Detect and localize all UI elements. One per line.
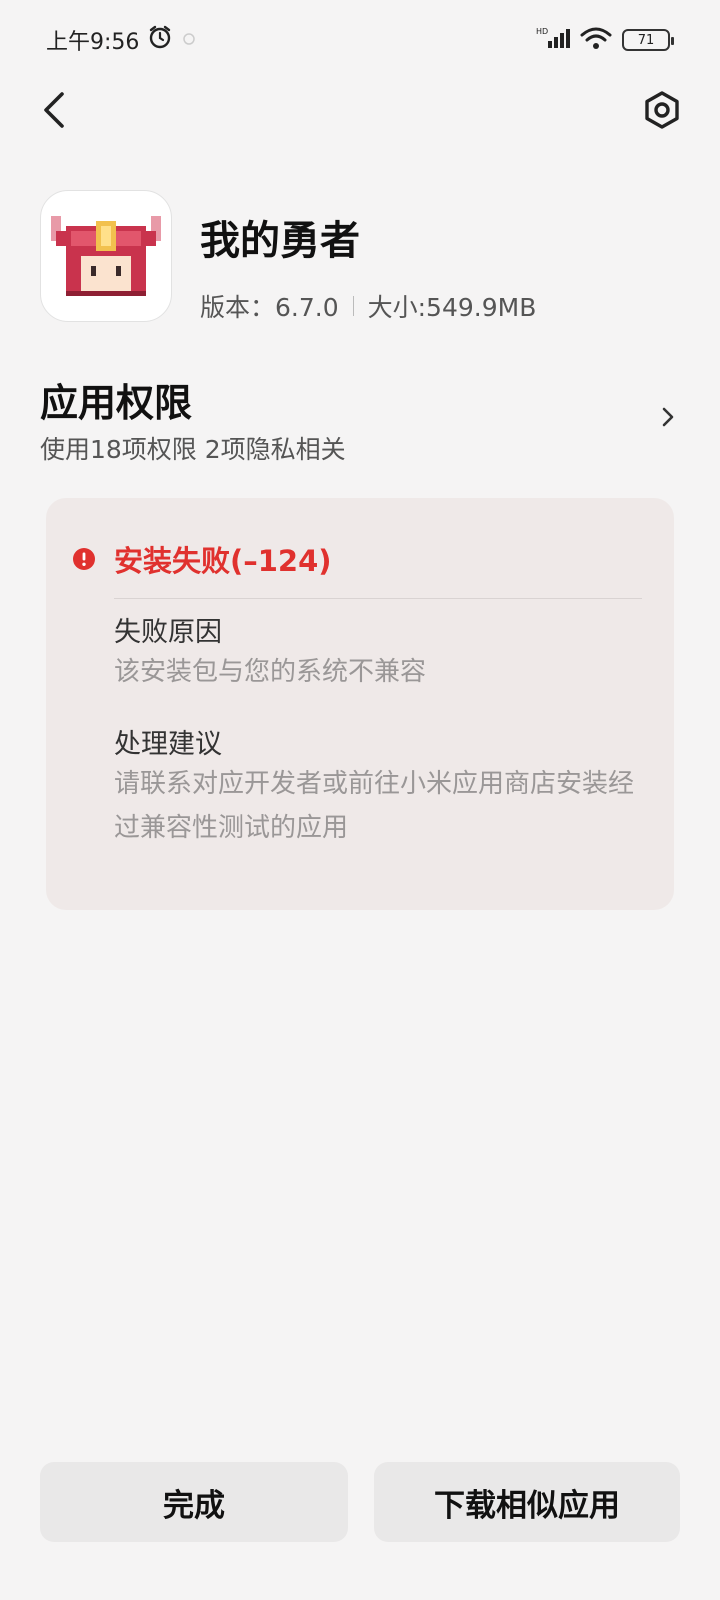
error-title: 安装失败(–124) [114, 544, 332, 578]
done-button[interactable]: 完成 [40, 1462, 348, 1542]
settings-button[interactable] [640, 88, 684, 132]
error-header: 安装失败(–124) [72, 538, 332, 580]
app-version: 版本：6.7.0 [200, 293, 339, 322]
back-arrow-icon [44, 92, 64, 128]
suggestion-text: 请联系对应开发者或前往小米应用商店安装经过兼容性测试的应用 [114, 769, 635, 843]
install-error-card: 安装失败(–124) 失败原因 该安装包与您的系统不兼容 处理建议 请联系对应开… [46, 498, 674, 910]
gear-icon [645, 91, 679, 129]
app-meta: 版本：6.7.0 大小:549.9MB [200, 288, 536, 324]
reason-label: 失败原因 [114, 617, 222, 648]
alarm-icon [147, 24, 173, 56]
sync-icon [181, 28, 197, 53]
status-bar-right: HD 71 [536, 26, 674, 54]
signal-icon: HD [536, 26, 570, 54]
app-name: 我的勇者 [200, 218, 360, 264]
wifi-icon [580, 26, 612, 54]
card-divider [114, 598, 642, 599]
app-size: 大小:549.9MB [367, 293, 537, 322]
svg-text:HD: HD [536, 27, 548, 36]
battery-level: 71 [637, 32, 655, 48]
status-time: 上午9:56 [46, 30, 140, 55]
download-similar-apps-button[interactable]: 下载相似应用 [374, 1462, 680, 1542]
error-alert-icon [73, 548, 95, 570]
suggestion-label: 处理建议 [114, 729, 222, 760]
back-button[interactable] [30, 86, 78, 134]
app-icon [40, 190, 172, 322]
permissions-row[interactable]: 应用权限 使用18项权限 2项隐私相关 [40, 372, 680, 468]
permissions-summary: 使用18项权限 2项隐私相关 [40, 435, 346, 464]
reason-text: 该安装包与您的系统不兼容 [114, 657, 427, 687]
status-bar-time-group: 上午9:56 [46, 24, 197, 56]
chevron-right-icon [662, 407, 674, 427]
meta-divider [352, 296, 354, 316]
permissions-title: 应用权限 [40, 381, 193, 425]
battery-icon: 71 [622, 29, 674, 51]
